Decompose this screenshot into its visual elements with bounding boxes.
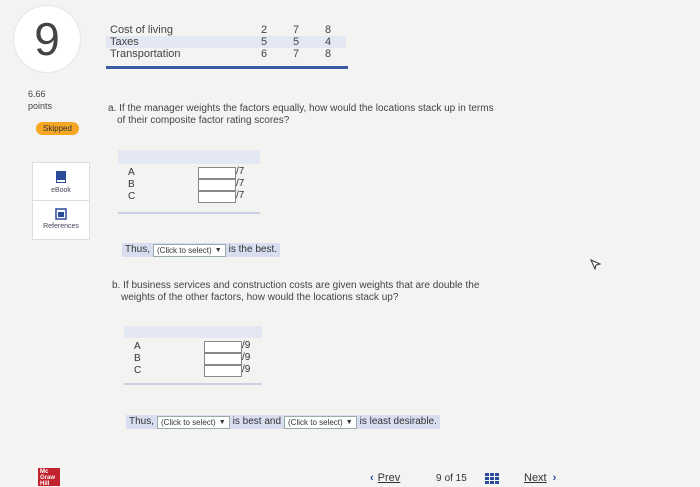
page-current: 9 — [436, 473, 442, 484]
score-suffix: /9 — [242, 364, 251, 375]
factor-label: Transportation — [110, 48, 181, 60]
part-b-table: A /9 B /9 C /9 — [124, 326, 262, 388]
location-letter: C — [134, 365, 142, 376]
select-label: (Click to select) — [288, 417, 343, 427]
references-label: References — [43, 223, 79, 230]
table-bottom-rule — [106, 66, 348, 69]
table-header-band — [124, 326, 262, 338]
part-b-prompt: b. If business services and construction… — [112, 280, 552, 304]
table-bottom-rule — [124, 383, 262, 385]
table-header-band — [118, 150, 260, 164]
prev-label: Prev — [377, 472, 401, 484]
score-suffix: /9 — [242, 352, 251, 363]
question-number: 9 — [14, 6, 80, 72]
factor-label: Cost of living — [110, 24, 173, 36]
dropdown-arrow-icon: ▼ — [218, 418, 226, 426]
document-icon — [55, 208, 67, 220]
points-value: 6.66 — [28, 89, 46, 99]
score-input[interactable] — [198, 179, 236, 191]
table-row: A /9 — [124, 340, 254, 353]
table-row: Taxes 5 5 4 — [106, 36, 346, 48]
select-label: (Click to select) — [161, 417, 216, 427]
table-row: C /9 — [124, 364, 254, 377]
chevron-left-icon: ‹ — [370, 472, 374, 484]
best-location-select[interactable]: (Click to select) ▼ — [157, 415, 230, 429]
part-b-answer: Thus, (Click to select) ▼ is best and (C… — [126, 415, 440, 429]
score-input[interactable] — [198, 191, 236, 203]
cursor-icon — [590, 259, 601, 270]
factor-value: 6 — [260, 48, 268, 60]
prompt-line: b. If business services and construction… — [112, 280, 480, 291]
score-input[interactable] — [198, 167, 236, 179]
chevron-right-icon: › — [552, 472, 557, 484]
thus-prefix: Thus, — [129, 416, 155, 427]
factor-value: 7 — [292, 48, 300, 60]
location-select[interactable]: (Click to select) ▼ — [153, 243, 226, 257]
score-input[interactable] — [204, 341, 242, 353]
factor-value: 8 — [324, 48, 332, 60]
thus-suffix: is least desirable. — [359, 416, 437, 427]
prev-button[interactable]: ‹ Prev — [370, 472, 400, 484]
prompt-line: of their composite factor rating scores? — [117, 115, 290, 126]
next-button[interactable]: Next › — [524, 472, 556, 484]
thus-suffix: is the best. — [228, 244, 277, 255]
location-letter: C — [128, 191, 136, 202]
part-a-prompt: a. If the manager weights the factors eq… — [108, 103, 548, 127]
factor-value: 5 — [260, 36, 268, 48]
ebook-label: eBook — [51, 187, 71, 194]
ebook-button[interactable]: eBook — [32, 162, 90, 202]
points-info: 6.66 points — [28, 88, 52, 112]
factor-value: 7 — [292, 24, 300, 36]
table-row: Cost of living 2 7 8 — [106, 24, 346, 36]
location-letter: A — [128, 167, 135, 178]
mcgraw-hill-logo: Mc Graw Hill — [38, 468, 60, 487]
prompt-line: a. If the manager weights the factors eq… — [108, 103, 494, 114]
dropdown-arrow-icon: ▼ — [345, 418, 353, 426]
book-icon — [56, 171, 66, 183]
table-row: B /7 — [118, 178, 248, 191]
table-row: Transportation 6 7 8 — [106, 48, 346, 60]
factor-value: 5 — [292, 36, 300, 48]
part-a-answer: Thus, (Click to select) ▼ is the best. — [122, 243, 280, 257]
factor-value: 4 — [324, 36, 332, 48]
select-label: (Click to select) — [157, 245, 212, 255]
part-a-table: A /7 B /7 C /7 — [118, 150, 260, 218]
factor-table: Cost of living 2 7 8 Taxes 5 5 4 Transpo… — [106, 24, 348, 69]
table-row: C /7 — [118, 190, 248, 203]
references-button[interactable]: References — [32, 200, 90, 240]
page-indicator: 9 of 15 — [436, 473, 467, 484]
thus-prefix: Thus, — [125, 244, 151, 255]
location-letter: B — [128, 179, 135, 190]
score-suffix: /7 — [236, 166, 245, 177]
score-input[interactable] — [204, 353, 242, 365]
dropdown-arrow-icon: ▼ — [214, 246, 222, 254]
middle-text: is best and — [232, 416, 282, 427]
least-desirable-select[interactable]: (Click to select) ▼ — [284, 415, 357, 429]
score-input[interactable] — [204, 365, 242, 377]
score-suffix: /7 — [236, 190, 245, 201]
score-suffix: /9 — [242, 340, 251, 351]
score-suffix: /7 — [236, 178, 245, 189]
factor-value: 2 — [260, 24, 268, 36]
points-label: points — [28, 101, 53, 111]
table-row: A /7 — [118, 166, 248, 179]
table-bottom-rule — [118, 212, 260, 214]
location-letter: A — [134, 341, 141, 352]
factor-value: 8 — [324, 24, 332, 36]
factor-label: Taxes — [110, 36, 139, 48]
prompt-line: weights of the other factors, how would … — [121, 292, 399, 303]
page-of: of 15 — [444, 473, 467, 484]
table-row: B /9 — [124, 352, 254, 365]
next-label: Next — [524, 472, 547, 484]
location-letter: B — [134, 353, 141, 364]
grid-icon[interactable] — [485, 473, 499, 484]
status-badge: Skipped — [36, 122, 79, 135]
